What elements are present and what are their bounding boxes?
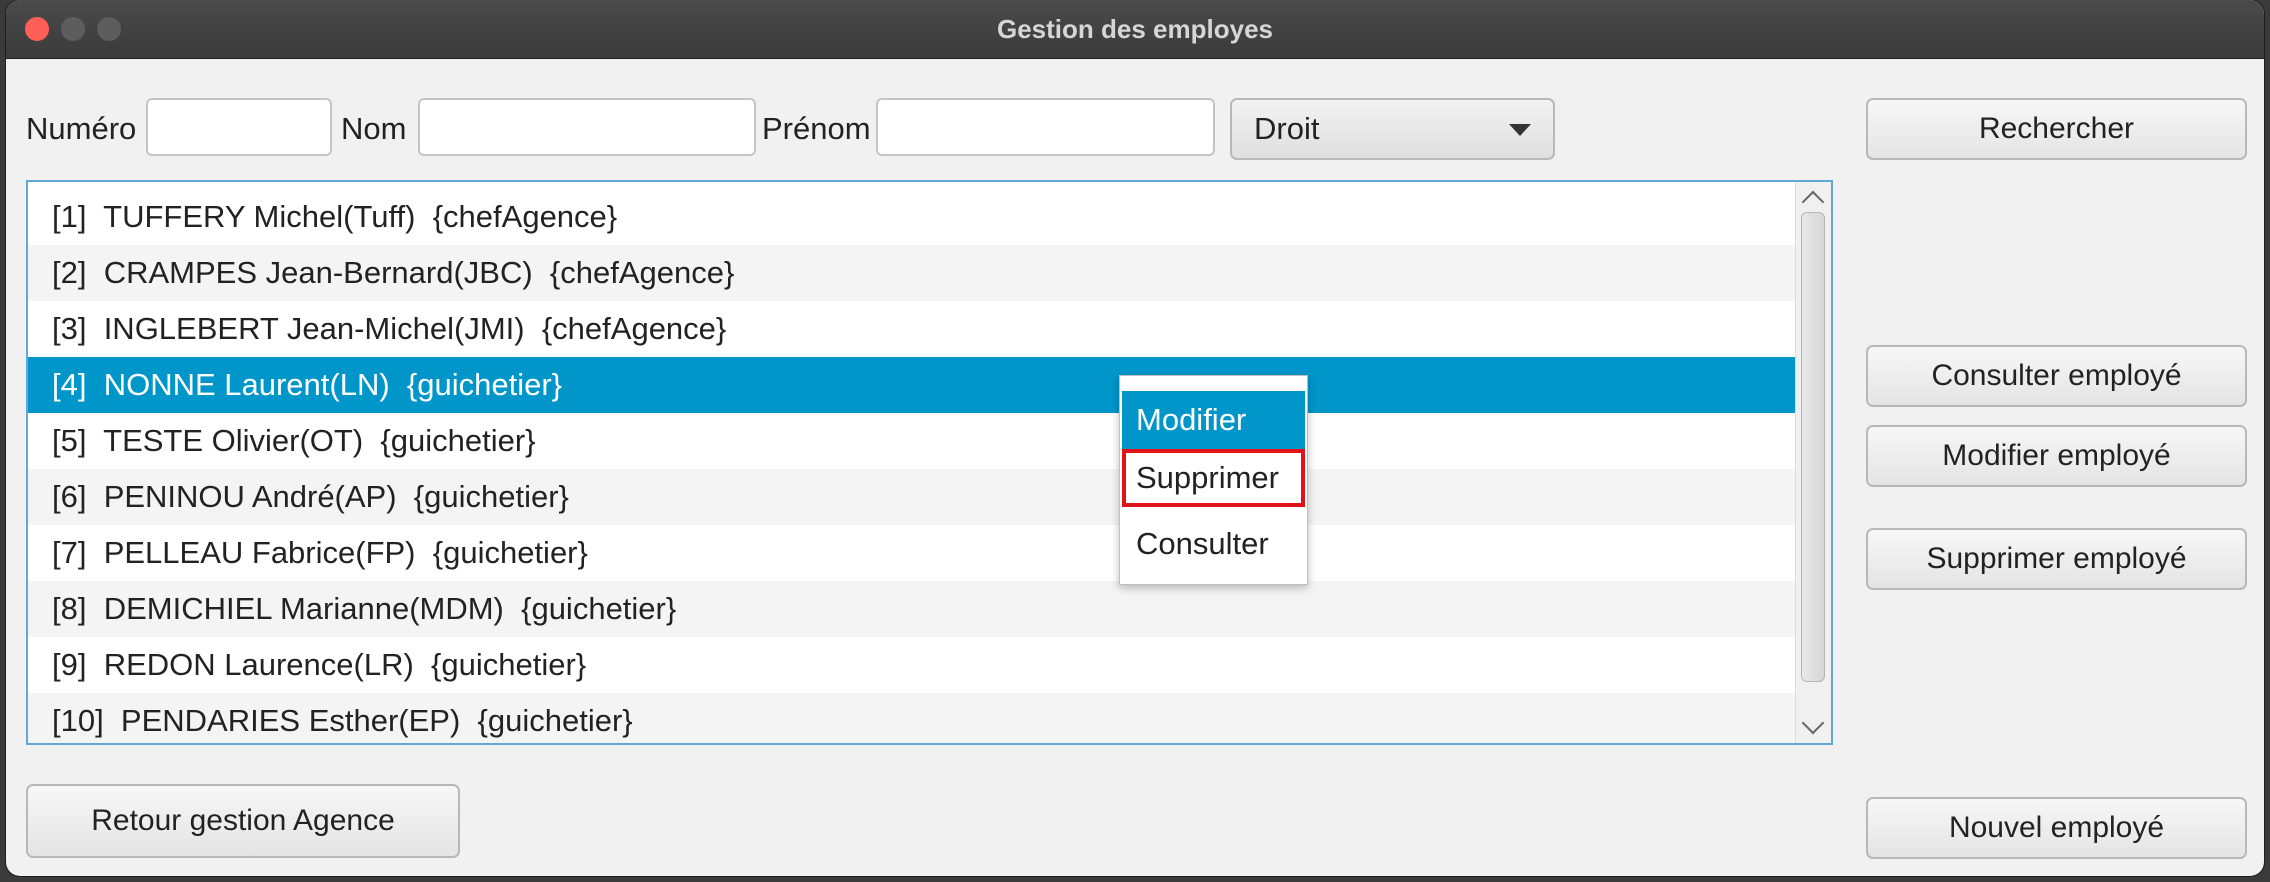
scrollbar-thumb[interactable]	[1801, 212, 1825, 682]
numero-label: Numéro	[26, 111, 137, 146]
modifier-employe-button[interactable]: Modifier employé	[1866, 425, 2247, 487]
list-item[interactable]: [6] PENINOU André(AP) {guichetier}	[28, 469, 1796, 525]
app-window: Gestion des employes Numéro Nom Prénom D…	[6, 0, 2264, 876]
scroll-down-icon[interactable]	[1801, 711, 1825, 735]
context-menu-modifier[interactable]: Modifier	[1122, 391, 1305, 449]
prenom-label: Prénom	[762, 111, 871, 146]
droit-select[interactable]: Droit	[1230, 98, 1555, 160]
title-bar: Gestion des employes	[6, 0, 2264, 59]
rechercher-button[interactable]: Rechercher	[1866, 98, 2247, 160]
nom-input[interactable]	[418, 98, 756, 156]
dropdown-arrow-icon	[1509, 124, 1531, 136]
droit-select-value: Droit	[1254, 111, 1320, 146]
employee-list[interactable]: [1] TUFFERY Michel(Tuff) {chefAgence} [2…	[26, 180, 1833, 745]
list-item[interactable]: [7] PELLEAU Fabrice(FP) {guichetier}	[28, 525, 1796, 581]
window-title: Gestion des employes	[997, 14, 1273, 44]
list-item[interactable]: [8] DEMICHIEL Marianne(MDM) {guichetier}	[28, 581, 1796, 637]
prenom-input[interactable]	[876, 98, 1215, 156]
list-item[interactable]: [5] TESTE Olivier(OT) {guichetier}	[28, 413, 1796, 469]
retour-gestion-agence-button[interactable]: Retour gestion Agence	[26, 784, 460, 858]
nouvel-employe-button[interactable]: Nouvel employé	[1866, 797, 2247, 859]
list-scrollbar[interactable]	[1795, 182, 1831, 743]
list-item[interactable]: [1] TUFFERY Michel(Tuff) {chefAgence}	[28, 189, 1796, 245]
context-menu: Modifier Supprimer Consulter	[1119, 375, 1308, 585]
list-item[interactable]: [9] REDON Laurence(LR) {guichetier}	[28, 637, 1796, 693]
context-menu-supprimer[interactable]: Supprimer	[1122, 449, 1305, 507]
numero-input[interactable]	[146, 98, 332, 156]
scroll-up-icon[interactable]	[1801, 190, 1825, 214]
list-item[interactable]: [10] PENDARIES Esther(EP) {guichetier}	[28, 693, 1796, 743]
context-menu-consulter[interactable]: Consulter	[1122, 515, 1305, 573]
list-item[interactable]: [3] INGLEBERT Jean-Michel(JMI) {chefAgen…	[28, 301, 1796, 357]
supprimer-employe-button[interactable]: Supprimer employé	[1866, 528, 2247, 590]
consulter-employe-button[interactable]: Consulter employé	[1866, 345, 2247, 407]
nom-label: Nom	[341, 111, 407, 146]
list-item[interactable]: [2] CRAMPES Jean-Bernard(JBC) {chefAgenc…	[28, 245, 1796, 301]
list-item-selected[interactable]: [4] NONNE Laurent(LN) {guichetier}	[28, 357, 1796, 413]
